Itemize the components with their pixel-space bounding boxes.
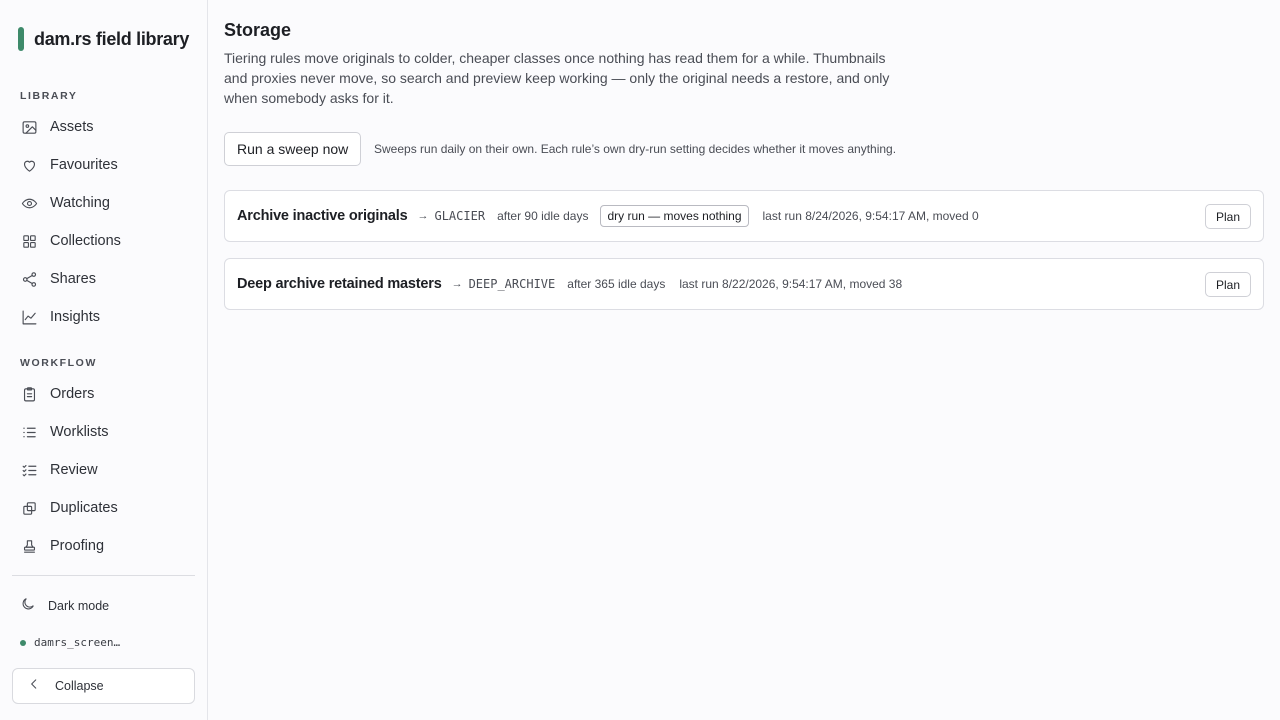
share-icon xyxy=(20,270,38,288)
user-status[interactable]: damrs_screen… xyxy=(20,636,120,649)
plan-button[interactable]: Plan xyxy=(1204,272,1251,297)
stamp-icon xyxy=(20,537,38,555)
chevron-left-icon xyxy=(27,677,41,696)
sidebar-item-duplicates[interactable]: Duplicates xyxy=(12,491,195,525)
page-title: Storage xyxy=(224,20,292,40)
sidebar-item-label: Proofing xyxy=(50,538,105,554)
dry-run-badge: dry run — moves nothing xyxy=(600,205,749,227)
main-content: Storage Tiering rules move originals to … xyxy=(208,0,1280,720)
grid-icon xyxy=(20,232,38,250)
sidebar-item-orders[interactable]: Orders xyxy=(12,377,195,411)
collapse-sidebar-button[interactable]: Collapse xyxy=(12,668,195,704)
sidebar: dam.rs field library LIBRARY Assets Favo… xyxy=(0,0,208,720)
eye-icon xyxy=(20,194,38,212)
rule-idle-threshold: after 365 idle days xyxy=(567,277,666,291)
sidebar-item-assets[interactable]: Assets xyxy=(12,110,195,144)
sidebar-item-label: Review xyxy=(50,462,98,478)
rule-card: Deep archive retained masters → DEEP_ARC… xyxy=(224,258,1264,310)
sidebar-item-label: Duplicates xyxy=(50,500,118,516)
sidebar-item-collections[interactable]: Collections xyxy=(12,224,195,258)
sidebar-divider xyxy=(12,575,195,576)
sidebar-item-shares[interactable]: Shares xyxy=(12,262,195,296)
rule-last-run: last run 8/24/2026, 9:54:17 AM, moved 0 xyxy=(762,209,979,223)
sidebar-item-label: Favourites xyxy=(50,157,118,173)
image-icon xyxy=(20,118,38,136)
online-status-dot xyxy=(20,639,26,646)
sidebar-item-proofing[interactable]: Proofing xyxy=(12,529,195,563)
sidebar-item-label: Insights xyxy=(50,309,100,325)
copy-icon xyxy=(20,499,38,517)
sidebar-item-label: Shares xyxy=(50,271,96,287)
user-name: damrs_screen… xyxy=(34,636,121,649)
section-label-library: LIBRARY xyxy=(20,90,78,102)
arrow-right-icon: → xyxy=(451,278,463,290)
rule-card: Archive inactive originals → GLACIER aft… xyxy=(224,190,1264,242)
sidebar-item-label: Orders xyxy=(50,386,95,402)
sidebar-item-worklists[interactable]: Worklists xyxy=(12,415,195,449)
sidebar-item-label: Worklists xyxy=(50,424,109,440)
sidebar-item-favourites[interactable]: Favourites xyxy=(12,148,195,182)
collapse-label: Collapse xyxy=(55,679,104,693)
brand-name: dam.rs field library xyxy=(34,28,190,49)
checklist-icon xyxy=(20,461,38,479)
heart-icon xyxy=(20,156,38,174)
rule-target: → DEEP_ARCHIVE xyxy=(452,277,556,291)
storage-class: GLACIER xyxy=(434,209,486,223)
plan-button[interactable]: Plan xyxy=(1204,204,1251,229)
sidebar-item-label: Collections xyxy=(50,233,121,249)
rule-target: → GLACIER xyxy=(417,209,485,223)
storage-class: DEEP_ARCHIVE xyxy=(468,277,556,291)
sidebar-item-review[interactable]: Review xyxy=(12,453,195,487)
sidebar-item-label: Watching xyxy=(50,195,110,211)
sidebar-item-label: Assets xyxy=(50,119,94,135)
page-description: Tiering rules move originals to colder, … xyxy=(224,50,890,106)
arrow-right-icon: → xyxy=(417,210,429,222)
rule-idle-threshold: after 90 idle days xyxy=(497,209,589,223)
rule-name: Archive inactive originals xyxy=(237,208,408,224)
brand[interactable]: dam.rs field library xyxy=(18,27,189,51)
run-sweep-button[interactable]: Run a sweep now xyxy=(224,132,362,166)
dark-mode-toggle[interactable]: Dark mode xyxy=(12,594,195,618)
sweep-note: Sweeps run daily on their own. Each rule… xyxy=(374,142,897,156)
section-label-workflow: WORKFLOW xyxy=(20,357,97,369)
rule-name: Deep archive retained masters xyxy=(237,276,442,292)
clipboard-icon xyxy=(20,385,38,403)
sidebar-item-insights[interactable]: Insights xyxy=(12,300,195,334)
list-icon xyxy=(20,423,38,441)
rule-last-run: last run 8/22/2026, 9:54:17 AM, moved 38 xyxy=(679,277,903,291)
moon-icon xyxy=(20,596,36,617)
chart-line-icon xyxy=(20,308,38,326)
app-root: dam.rs field library LIBRARY Assets Favo… xyxy=(0,0,1280,720)
dark-mode-label: Dark mode xyxy=(48,599,110,613)
brand-mark xyxy=(18,27,24,51)
sidebar-item-watching[interactable]: Watching xyxy=(12,186,195,220)
